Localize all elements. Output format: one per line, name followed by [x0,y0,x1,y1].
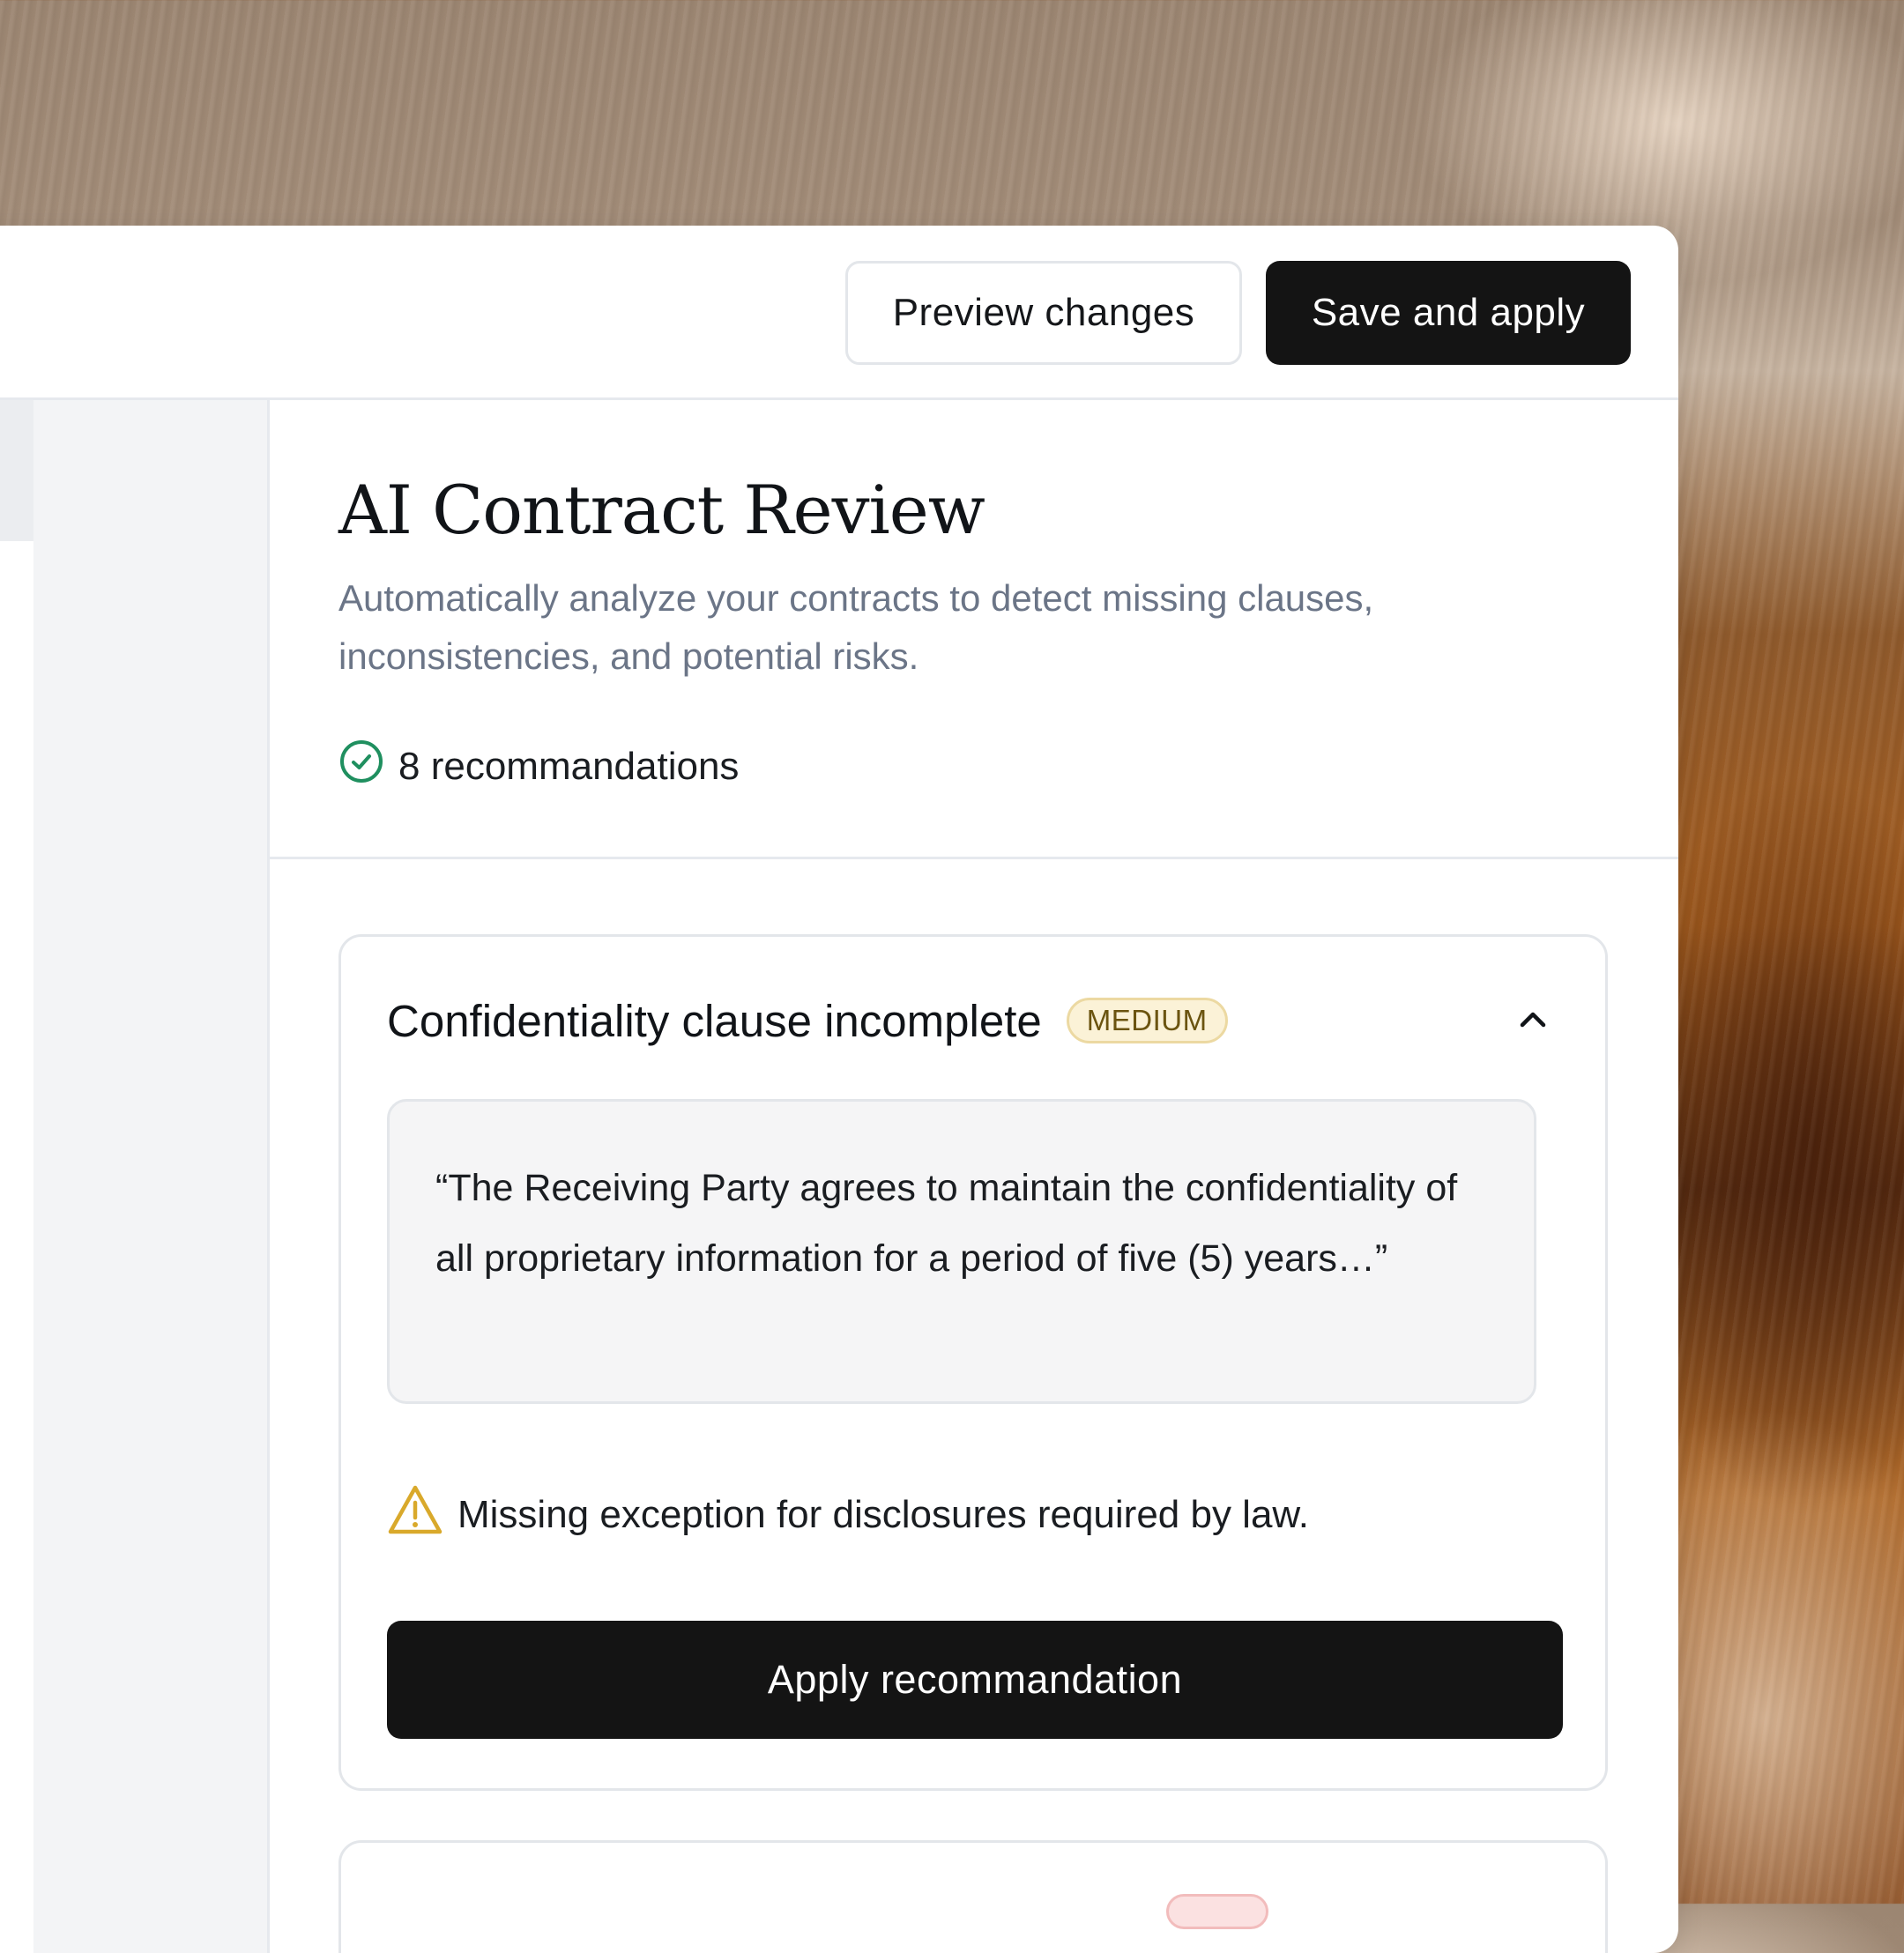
severity-badge-next [1166,1894,1268,1929]
page-header: AI Contract Review Automatically analyze… [270,400,1678,859]
recommendations-count: 8 recommandations [398,744,740,788]
recommendation-card-next[interactable] [338,1840,1608,1953]
save-and-apply-button[interactable]: Save and apply [1266,261,1631,365]
top-toolbar: Preview changes Save and apply [0,226,1678,400]
check-circle-icon [338,739,384,794]
page-description: Automatically analyze your contracts to … [338,577,1374,677]
recommendation-card: Confidentiality clause incomplete MEDIUM… [338,934,1608,1791]
sidebar [0,400,270,1953]
issue-warning: Missing exception for disclosures requir… [387,1483,1309,1546]
warning-text: Missing exception for disclosures requir… [457,1492,1310,1536]
recommendations-summary: 8 recommandations [338,739,739,794]
sidebar-header-area [0,400,33,541]
recommendation-title: Confidentiality clause incomplete [387,995,1042,1046]
chevron-up-icon[interactable] [1514,1000,1552,1039]
sidebar-edge [0,541,33,1953]
recommendation-card-header[interactable]: Confidentiality clause incomplete MEDIUM [387,990,1559,1051]
app-window: Preview changes Save and apply AI Contra… [0,226,1678,1953]
preview-changes-button[interactable]: Preview changes [845,261,1242,365]
clause-quote: “The Receiving Party agrees to maintain … [387,1099,1536,1404]
main-content: AI Contract Review Automatically analyze… [270,400,1678,1953]
warning-triangle-icon [387,1483,443,1546]
page-title: AI Contract Review [338,471,985,549]
apply-recommendation-button[interactable]: Apply recommandation [387,1621,1563,1739]
severity-badge: MEDIUM [1066,998,1228,1043]
